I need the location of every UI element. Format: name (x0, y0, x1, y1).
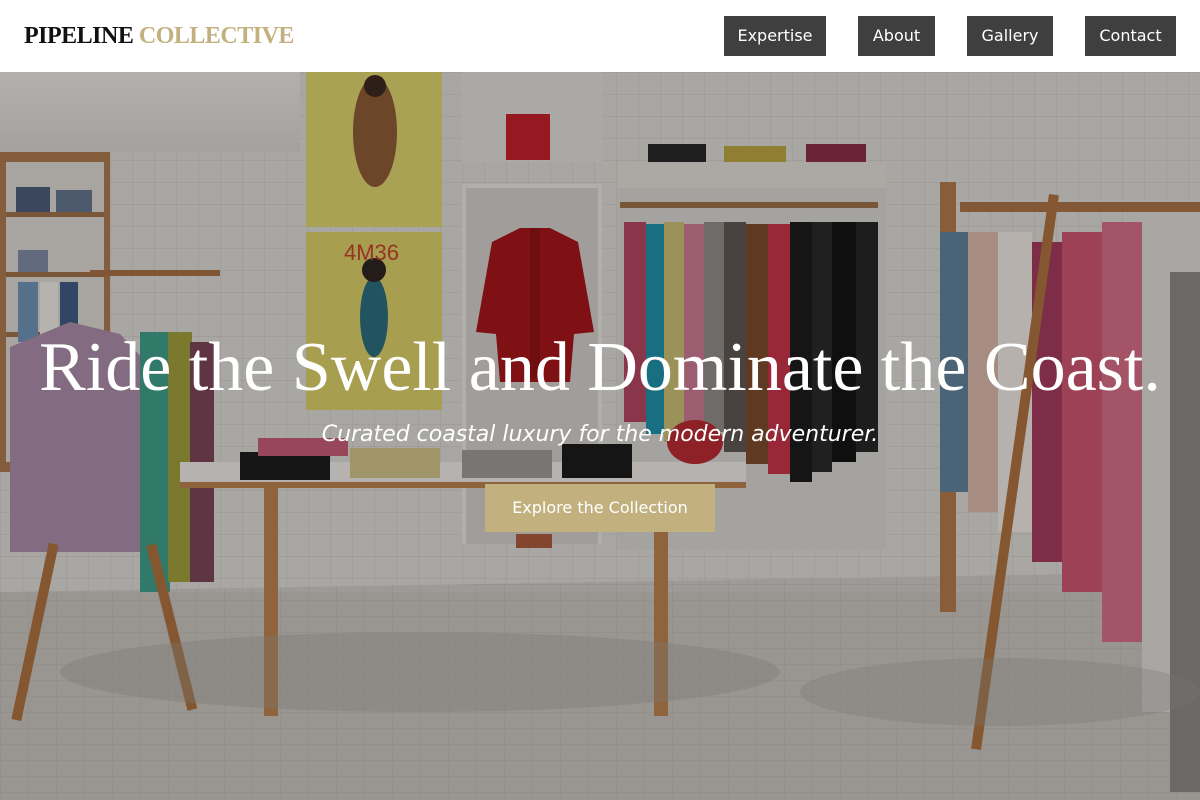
nav-about-button[interactable]: About (858, 16, 935, 56)
explore-collection-button[interactable]: Explore the Collection (485, 484, 715, 532)
site-header: PIPELINE COLLECTIVE Expertise About Gall… (0, 0, 1200, 72)
nav-expertise-button[interactable]: Expertise (724, 16, 826, 56)
nav-gallery-button[interactable]: Gallery (967, 16, 1053, 56)
nav-contact-button[interactable]: Contact (1085, 16, 1176, 56)
brand-logo[interactable]: PIPELINE COLLECTIVE (24, 22, 294, 50)
brand-word-collective: COLLECTIVE (138, 23, 295, 49)
hero-subheadline: Curated coastal luxury for the modern ad… (321, 422, 879, 447)
hero-section: 4M36 Ride the Swell and Dominate the Coa… (0, 72, 1200, 800)
brand-word-pipeline: PIPELINE (24, 23, 134, 49)
hero-headline: Ride the Swell and Dominate the Coast. (39, 329, 1161, 406)
